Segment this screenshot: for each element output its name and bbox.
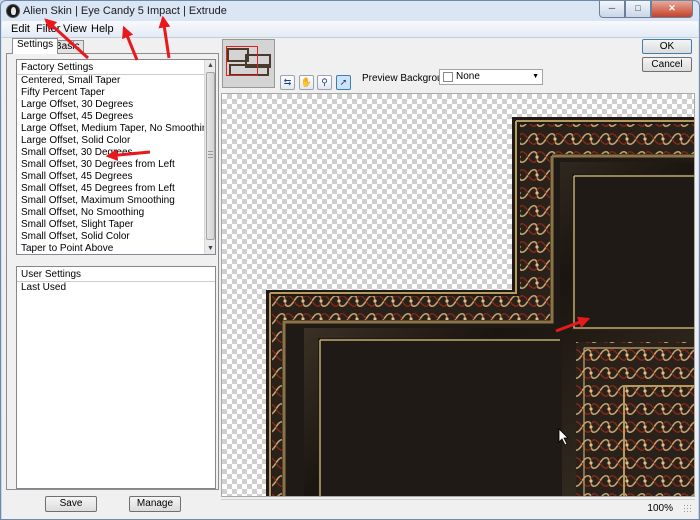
list-item[interactable]: Small Offset, Slight Taper (17, 219, 215, 231)
menu-bar: Edit Filter View Help (2, 21, 698, 38)
minimize-button[interactable]: ─ (599, 1, 625, 18)
manage-button[interactable]: Manage (129, 496, 181, 512)
maximize-button[interactable]: □ (625, 1, 651, 18)
list-item[interactable]: Fifty Percent Taper (17, 87, 215, 99)
factory-settings-header: Factory Settings (17, 60, 215, 75)
scroll-up-arrow-icon[interactable]: ▲ (205, 60, 216, 71)
zoom-status-bar: 100% (221, 499, 695, 516)
list-item[interactable]: Small Offset, 45 Degrees from Left (17, 183, 215, 195)
app-window: Alien Skin | Eye Candy 5 Impact | Extrud… (0, 0, 700, 520)
list-item[interactable]: Large Offset, 45 Degrees (17, 111, 215, 123)
menu-help[interactable]: Help (91, 23, 114, 35)
list-item[interactable]: Small Offset, 30 Degrees (17, 147, 215, 159)
navigator-selection[interactable] (226, 46, 258, 76)
user-settings-header: User Settings (17, 267, 215, 282)
preview-background-value: None (456, 71, 480, 82)
ok-button[interactable]: OK (642, 39, 692, 54)
menu-view[interactable]: View (63, 23, 87, 35)
save-button[interactable]: Save (45, 496, 97, 512)
settings-panel: Factory Settings Centered, Small Taper Fi… (6, 53, 219, 490)
scroll-thumb[interactable] (206, 72, 215, 240)
title-bar[interactable]: Alien Skin | Eye Candy 5 Impact | Extrud… (1, 1, 699, 21)
factory-list-scrollbar[interactable]: ▲ ▼ (204, 60, 215, 254)
list-item[interactable]: Taper to Point Above (17, 243, 215, 255)
list-item[interactable]: Small Offset, Solid Color (17, 231, 215, 243)
close-button[interactable]: ✕ (651, 1, 693, 18)
factory-settings-list[interactable]: Factory Settings Centered, Small Taper Fi… (16, 59, 216, 255)
tab-settings[interactable]: Settings (12, 38, 59, 54)
list-item[interactable]: Small Offset, No Smoothing (17, 207, 215, 219)
menu-edit[interactable]: Edit (11, 23, 30, 35)
list-item[interactable]: Large Offset, 30 Degrees (17, 99, 215, 111)
list-item[interactable]: Large Offset, Solid Color (17, 135, 215, 147)
user-settings-list[interactable]: User Settings Last Used (16, 266, 216, 489)
cancel-button[interactable]: Cancel (642, 57, 692, 72)
list-item[interactable]: Small Offset, 45 Degrees (17, 171, 215, 183)
background-swatch-icon (443, 72, 453, 82)
menu-filter[interactable]: Filter (36, 23, 60, 35)
list-item[interactable]: Centered, Small Taper (17, 75, 215, 87)
chevron-down-icon: ▼ (532, 73, 539, 80)
list-item[interactable]: Small Offset, 30 Degrees from Left (17, 159, 215, 171)
zoom-level: 100% (647, 503, 673, 514)
compare-toggle-icon[interactable]: ⇆ (280, 75, 295, 90)
hand-tool-icon[interactable]: ✋ (299, 75, 314, 90)
navigator-thumbnail[interactable] (222, 39, 275, 88)
extruded-frame-preview (266, 117, 694, 496)
pointer-tool-icon[interactable]: ➚ (336, 75, 351, 90)
window-title: Alien Skin | Eye Candy 5 Impact | Extrud… (23, 5, 227, 17)
settings-buttons-row: Save Manage (6, 494, 219, 516)
preview-canvas[interactable] (221, 93, 695, 497)
alien-skin-logo-icon (6, 4, 20, 18)
scroll-down-arrow-icon[interactable]: ▼ (205, 243, 216, 254)
preview-background-select[interactable]: None ▼ (439, 69, 543, 85)
list-item[interactable]: Small Offset, Maximum Smoothing (17, 195, 215, 207)
list-item[interactable]: Last Used (17, 282, 215, 294)
zoom-tool-icon[interactable]: ⚲ (317, 75, 332, 90)
resize-grip-icon[interactable] (683, 504, 693, 514)
dialog-body: Settings Basic Factory Settings Centered… (2, 38, 698, 519)
list-item[interactable]: Large Offset, Medium Taper, No Smoothing (17, 123, 215, 135)
